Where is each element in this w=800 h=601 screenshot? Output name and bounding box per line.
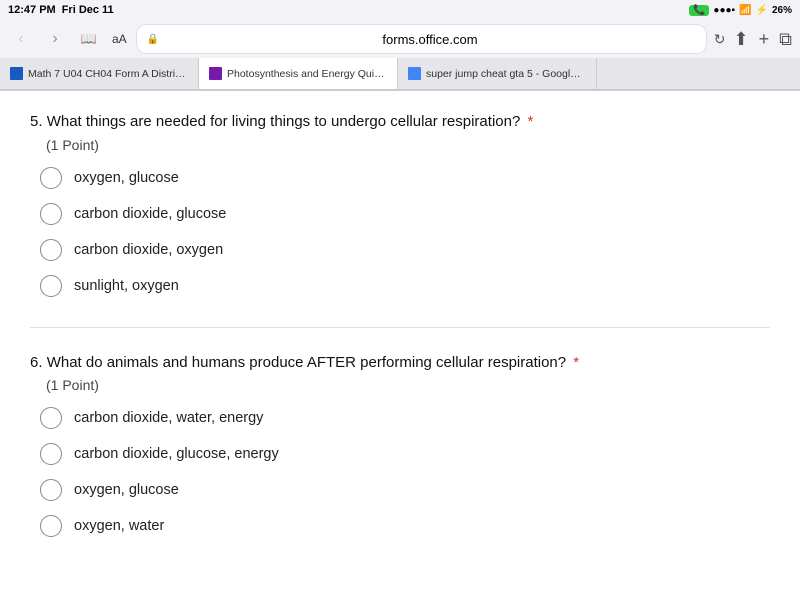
- q6-radio-2[interactable]: [40, 443, 62, 465]
- q5-radio-2[interactable]: [40, 203, 62, 225]
- status-date: Fri Dec 11: [62, 4, 114, 16]
- reader-mode-button[interactable]: 📖: [76, 26, 102, 52]
- question-5-block: 5. What things are needed for living thi…: [30, 111, 770, 297]
- back-button[interactable]: ‹: [8, 26, 34, 52]
- tab-math[interactable]: Math 7 U04 CH04 Form A District Common A…: [0, 58, 199, 89]
- q5-option-2[interactable]: carbon dioxide, glucose: [40, 203, 770, 225]
- question-5-title: 5. What things are needed for living thi…: [30, 111, 770, 134]
- q5-label-4: sunlight, oxygen: [74, 278, 179, 294]
- q5-radio-3[interactable]: [40, 239, 62, 261]
- wifi-icon: 📶: [739, 5, 751, 16]
- tab-photosynthesis-label: Photosynthesis and Energy Quiz (Copy): [227, 68, 387, 80]
- status-bar: 12:47 PM Fri Dec 11 📞 ●●●▪ 📶 ⚡ 26%: [0, 0, 800, 20]
- page-content: 5. What things are needed for living thi…: [0, 91, 800, 601]
- q5-option-4[interactable]: sunlight, oxygen: [40, 275, 770, 297]
- question-6-options: carbon dioxide, water, energy carbon dio…: [40, 407, 770, 537]
- browser-chrome: ‹ › 📖 aA 🔒 forms.office.com ↻ ⬆ + ⧉ Math…: [0, 20, 800, 91]
- google-icon: [408, 67, 421, 80]
- nav-bar: ‹ › 📖 aA 🔒 forms.office.com ↻ ⬆ + ⧉: [0, 20, 800, 58]
- question-5-points: (1 Point): [46, 137, 770, 153]
- q5-label-2: carbon dioxide, glucose: [74, 206, 226, 222]
- share-button[interactable]: ⬆: [734, 29, 749, 50]
- q5-option-3[interactable]: carbon dioxide, oxygen: [40, 239, 770, 261]
- question-6-required: *: [573, 354, 579, 371]
- q5-label-3: carbon dioxide, oxygen: [74, 242, 223, 258]
- tabs-bar: Math 7 U04 CH04 Form A District Common A…: [0, 58, 800, 90]
- tab-google-label: super jump cheat gta 5 - Google Search: [426, 68, 586, 80]
- q5-radio-4[interactable]: [40, 275, 62, 297]
- question-5-options: oxygen, glucose carbon dioxide, glucose …: [40, 167, 770, 297]
- call-icon: 📞: [689, 5, 709, 16]
- q6-option-3[interactable]: oxygen, glucose: [40, 479, 770, 501]
- question-divider: [30, 327, 770, 328]
- lock-icon: 🔒: [147, 34, 159, 45]
- q6-label-2: carbon dioxide, glucose, energy: [74, 446, 279, 462]
- question-6-block: 6. What do animals and humans produce AF…: [30, 352, 770, 538]
- q5-radio-1[interactable]: [40, 167, 62, 189]
- q6-radio-4[interactable]: [40, 515, 62, 537]
- forward-button[interactable]: ›: [42, 26, 68, 52]
- q6-label-4: oxygen, water: [74, 518, 164, 534]
- question-5-number: 5.: [30, 113, 43, 130]
- battery-icon: ⚡: [756, 5, 768, 16]
- ms-icon: [10, 67, 23, 80]
- question-6-number: 6.: [30, 354, 43, 371]
- tab-photosynthesis[interactable]: Photosynthesis and Energy Quiz (Copy): [199, 58, 398, 89]
- tab-math-label: Math 7 U04 CH04 Form A District Common A…: [28, 68, 188, 80]
- q6-option-4[interactable]: oxygen, water: [40, 515, 770, 537]
- reload-button[interactable]: ↻: [714, 31, 726, 48]
- book-icon: 📖: [81, 31, 97, 47]
- q5-label-1: oxygen, glucose: [74, 170, 179, 186]
- signal-icon: ●●●▪: [713, 5, 735, 16]
- q6-option-1[interactable]: carbon dioxide, water, energy: [40, 407, 770, 429]
- tab-google[interactable]: super jump cheat gta 5 - Google Search: [398, 58, 597, 89]
- q6-label-1: carbon dioxide, water, energy: [74, 410, 263, 426]
- q6-radio-3[interactable]: [40, 479, 62, 501]
- address-bar[interactable]: 🔒 forms.office.com: [137, 25, 706, 53]
- question-6-title: 6. What do animals and humans produce AF…: [30, 352, 770, 375]
- q6-option-2[interactable]: carbon dioxide, glucose, energy: [40, 443, 770, 465]
- text-size-label: aA: [110, 32, 129, 46]
- nav-right-buttons: ⬆ + ⧉: [734, 29, 792, 50]
- question-5-text: What things are needed for living things…: [47, 113, 521, 130]
- new-tab-button[interactable]: +: [759, 29, 770, 50]
- question-6-text: What do animals and humans produce AFTER…: [47, 354, 566, 371]
- question-5-required: *: [527, 113, 533, 130]
- status-time: 12:47 PM: [8, 4, 56, 16]
- forms-icon: [209, 67, 222, 80]
- q5-option-1[interactable]: oxygen, glucose: [40, 167, 770, 189]
- question-6-points: (1 Point): [46, 377, 770, 393]
- tabs-overview-button[interactable]: ⧉: [779, 29, 792, 50]
- q6-label-3: oxygen, glucose: [74, 482, 179, 498]
- url-text: forms.office.com: [164, 32, 696, 47]
- battery-percent: 26%: [772, 5, 792, 16]
- q6-radio-1[interactable]: [40, 407, 62, 429]
